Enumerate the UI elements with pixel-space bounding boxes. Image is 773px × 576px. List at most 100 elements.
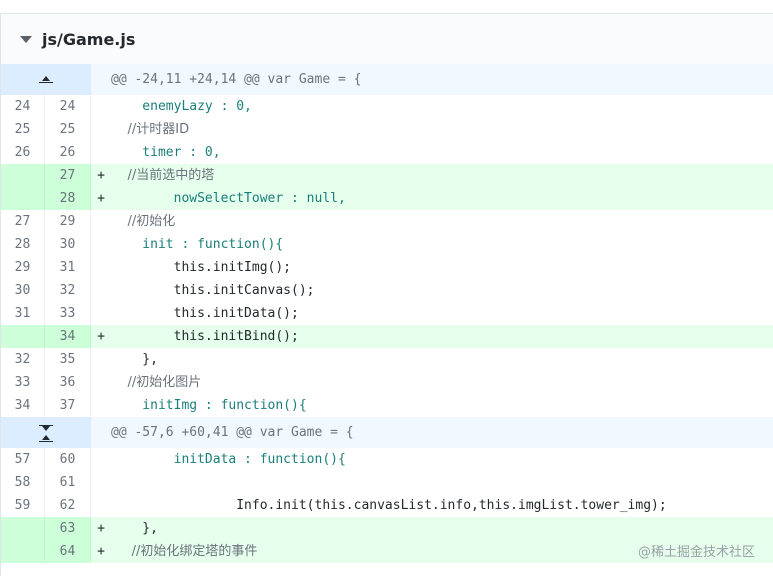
diff-line: 33 36 //初始化图片 (1, 371, 773, 394)
code-line: this.initImg(); (91, 256, 773, 279)
code-line: Info.init(this.canvasList.info,this.imgL… (91, 494, 773, 517)
new-line-number[interactable]: 34 (45, 325, 91, 348)
old-line-number[interactable]: 28 (1, 233, 45, 256)
diff-line: 27 29 //初始化 (1, 210, 773, 233)
new-line-number[interactable]: 26 (45, 141, 91, 164)
old-line-number[interactable]: 25 (1, 118, 45, 141)
diff-line-added: 63 + }, (1, 517, 773, 540)
code-line: + nowSelectTower : null, (91, 187, 773, 210)
code-line: this.initData(); (91, 302, 773, 325)
new-line-number[interactable]: 37 (45, 394, 91, 417)
old-line-number[interactable]: 57 (1, 448, 45, 471)
diff-marker: + (97, 329, 105, 344)
code-text: init : function(){ (111, 237, 284, 252)
hunk-header-text: @@ -57,6 +60,41 @@ var Game = { (91, 417, 773, 448)
diff-file: js/Game.js @@ -24,11 +24,14 @@ var Game … (0, 13, 773, 576)
code-line: timer : 0, (91, 141, 773, 164)
code-text: }, (111, 521, 158, 536)
new-line-number[interactable]: 30 (45, 233, 91, 256)
expand-up-button[interactable] (1, 64, 91, 95)
code-line: enemyLazy : 0, (91, 95, 773, 118)
old-line-number[interactable] (1, 164, 45, 187)
old-line-number[interactable] (1, 187, 45, 210)
expand-up-icon (39, 76, 53, 83)
new-line-number[interactable]: 60 (45, 448, 91, 471)
new-line-number[interactable]: 36 (45, 371, 91, 394)
new-line-number[interactable]: 31 (45, 256, 91, 279)
new-line-number[interactable]: 29 (45, 210, 91, 233)
old-line-number[interactable]: 24 (1, 95, 45, 118)
new-line-number[interactable]: 63 (45, 517, 91, 540)
diff-line: 25 25 //计时器ID (1, 118, 773, 141)
code-text: //初始化 (111, 214, 176, 229)
hunk-header: @@ -57,6 +60,41 @@ var Game = { (1, 417, 773, 448)
new-line-number[interactable]: 64 (45, 540, 91, 563)
new-line-number[interactable]: 27 (45, 164, 91, 187)
diff-line-added: 27 + //当前选中的塔 (1, 164, 773, 187)
diff-line-added: 34 + this.initBind(); (1, 325, 773, 348)
diff-line: 31 33 this.initData(); (1, 302, 773, 325)
old-line-number[interactable]: 59 (1, 494, 45, 517)
new-line-number[interactable]: 35 (45, 348, 91, 371)
code-text: nowSelectTower : null, (111, 191, 346, 206)
file-name[interactable]: js/Game.js (42, 30, 135, 49)
new-line-number[interactable]: 62 (45, 494, 91, 517)
code-line: init : function(){ (91, 233, 773, 256)
code-line: //计时器ID (91, 118, 773, 141)
diff-line: 34 37 initImg : function(){ (1, 394, 773, 417)
diff-line: 59 62 Info.init(this.canvasList.info,thi… (1, 494, 773, 517)
old-line-number[interactable]: 30 (1, 279, 45, 302)
code-line: + }, (91, 517, 773, 540)
code-text: //计时器ID (111, 122, 190, 137)
expand-down-icon (39, 424, 53, 431)
new-line-number[interactable]: 61 (45, 471, 91, 494)
code-text: initImg : function(){ (111, 398, 307, 413)
code-line: }, (91, 348, 773, 371)
code-line: //初始化 (91, 210, 773, 233)
code-text: }, (111, 352, 158, 367)
code-text: this.initImg(); (111, 260, 292, 275)
expand-both-button[interactable] (1, 417, 91, 448)
hunk-header: @@ -24,11 +24,14 @@ var Game = { (1, 64, 773, 95)
code-text: this.initBind(); (111, 329, 299, 344)
code-text: //当前选中的塔 (111, 168, 215, 183)
new-line-number[interactable]: 28 (45, 187, 91, 210)
old-line-number[interactable]: 29 (1, 256, 45, 279)
expand-up-icon (39, 434, 53, 442)
old-line-number[interactable]: 26 (1, 141, 45, 164)
new-line-number[interactable]: 24 (45, 95, 91, 118)
code-line: this.initCanvas(); (91, 279, 773, 302)
diff-rows: @@ -24,11 +24,14 @@ var Game = { 24 24 e… (1, 64, 773, 563)
code-text: timer : 0, (111, 145, 221, 160)
old-line-number[interactable] (1, 325, 45, 348)
old-line-number[interactable] (1, 517, 45, 540)
old-line-number[interactable]: 31 (1, 302, 45, 325)
code-text: this.initCanvas(); (111, 283, 315, 298)
diff-line: 58 61 (1, 471, 773, 494)
code-line: + this.initBind(); (91, 325, 773, 348)
code-text: enemyLazy : 0, (111, 99, 252, 114)
watermark: @稀土掘金技术社区 (637, 545, 755, 560)
old-line-number[interactable]: 33 (1, 371, 45, 394)
old-line-number[interactable] (1, 540, 45, 563)
diff-line-added: 28 + nowSelectTower : null, (1, 187, 773, 210)
diff-line: 32 35 }, (1, 348, 773, 371)
old-line-number[interactable]: 27 (1, 210, 45, 233)
new-line-number[interactable]: 32 (45, 279, 91, 302)
collapse-caret-icon[interactable] (20, 35, 32, 43)
old-line-number[interactable]: 32 (1, 348, 45, 371)
old-line-number[interactable]: 58 (1, 471, 45, 494)
diff-line: 26 26 timer : 0, (1, 141, 773, 164)
diff-line: 28 30 init : function(){ (1, 233, 773, 256)
diff-line: 30 32 this.initCanvas(); (1, 279, 773, 302)
old-line-number[interactable]: 34 (1, 394, 45, 417)
diff-marker: + (97, 191, 105, 206)
new-line-number[interactable]: 33 (45, 302, 91, 325)
diff-marker: + (97, 544, 105, 559)
diff-line: 57 60 initData : function(){ (1, 448, 773, 471)
diff-marker: + (97, 168, 105, 183)
new-line-number[interactable]: 25 (45, 118, 91, 141)
code-text: this.initData(); (111, 306, 299, 321)
code-line: + //当前选中的塔 (91, 164, 773, 187)
